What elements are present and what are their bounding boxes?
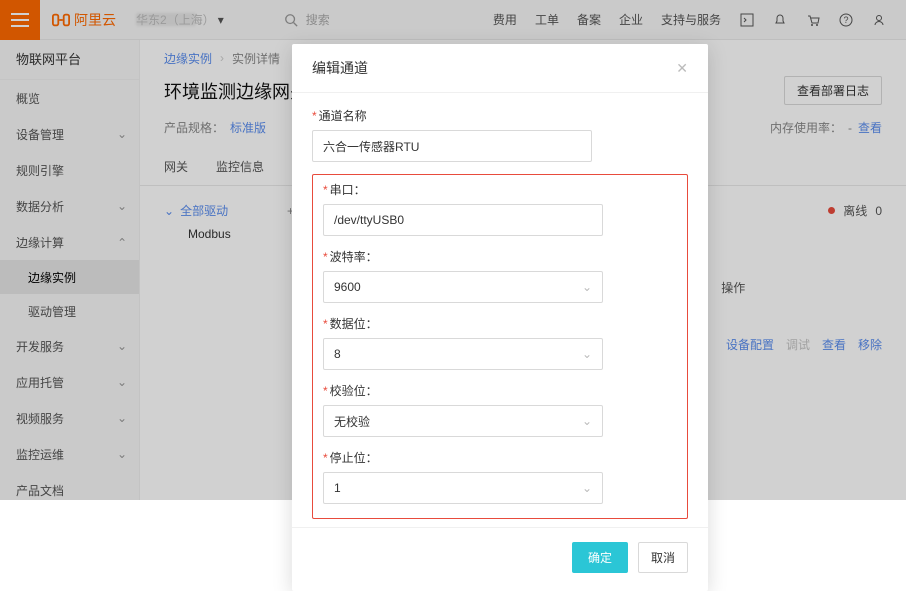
label-databits: 数据位： (330, 315, 378, 332)
databits-select[interactable]: 8⌄ (323, 338, 603, 370)
label-stopbits: 停止位： (330, 449, 378, 466)
parity-select[interactable]: 无校验⌄ (323, 405, 603, 437)
cancel-button[interactable]: 取消 (638, 542, 688, 573)
stopbits-select[interactable]: 1⌄ (323, 472, 603, 504)
chevron-down-icon: ⌄ (582, 414, 592, 428)
serial-input[interactable]: /dev/ttyUSB0 (323, 204, 603, 236)
label-channel-name: 通道名称 (319, 107, 367, 124)
highlight-box: *串口： /dev/ttyUSB0 *波特率： 9600⌄ *数据位： 8⌄ *… (312, 174, 688, 519)
label-parity: 校验位： (330, 382, 378, 399)
chevron-down-icon: ⌄ (582, 347, 592, 361)
label-serial: 串口： (330, 181, 366, 198)
channel-name-input[interactable]: 六合一传感器RTU (312, 130, 592, 162)
close-icon[interactable]: ✕ (676, 60, 688, 77)
modal-title: 编辑通道 (312, 58, 368, 78)
label-baud: 波特率： (330, 248, 378, 265)
chevron-down-icon: ⌄ (582, 481, 592, 495)
baud-select[interactable]: 9600⌄ (323, 271, 603, 303)
chevron-down-icon: ⌄ (582, 280, 592, 294)
confirm-button[interactable]: 确定 (572, 542, 628, 573)
edit-channel-modal: 编辑通道 ✕ *通道名称 六合一传感器RTU *串口： /dev/ttyUSB0… (292, 44, 708, 591)
